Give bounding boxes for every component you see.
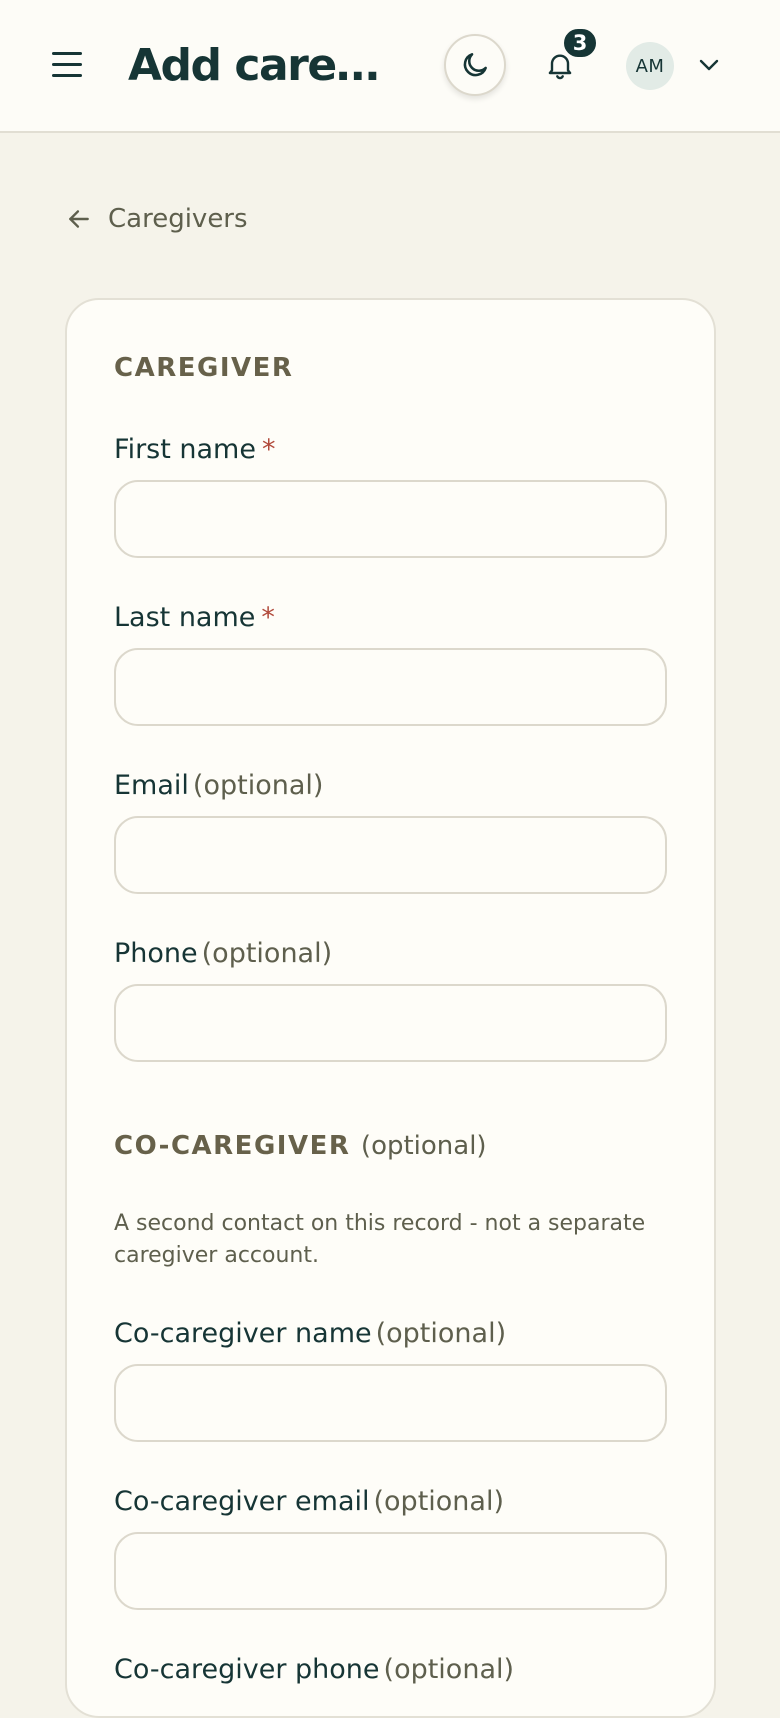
first-name-field[interactable] bbox=[114, 480, 667, 558]
menu-icon[interactable] bbox=[48, 48, 88, 84]
co-caregiver-email-field[interactable] bbox=[114, 1532, 667, 1610]
account-menu-toggle[interactable] bbox=[696, 54, 722, 76]
caregiver-section-title: CAREGIVER bbox=[114, 353, 294, 383]
chevron-down-icon bbox=[699, 59, 719, 71]
co-caregiver-section-title: CO-CAREGIVER (optional) bbox=[114, 1131, 487, 1161]
back-link-label: Caregivers bbox=[108, 204, 248, 234]
top-app-bar: Add caregi... 3 AM bbox=[0, 0, 780, 133]
phone-label: Phone (optional) bbox=[114, 938, 333, 969]
email-field[interactable] bbox=[114, 816, 667, 894]
required-mark: * bbox=[261, 434, 276, 465]
co-caregiver-email-label: Co-caregiver email (optional) bbox=[114, 1486, 504, 1517]
last-name-label: Last name * bbox=[114, 602, 275, 633]
theme-toggle-button[interactable] bbox=[444, 34, 506, 96]
back-to-caregivers-link[interactable]: Caregivers bbox=[66, 200, 248, 238]
co-caregiver-help-text: A second contact on this record - not a … bbox=[114, 1211, 646, 1268]
email-label: Email (optional) bbox=[114, 770, 324, 801]
notification-count-badge: 3 bbox=[562, 27, 598, 59]
last-name-field[interactable] bbox=[114, 648, 667, 726]
user-avatar[interactable]: AM bbox=[626, 42, 674, 90]
arrow-left-icon bbox=[69, 210, 89, 228]
moon-icon bbox=[463, 53, 487, 77]
co-caregiver-name-field[interactable] bbox=[114, 1364, 667, 1442]
phone-field[interactable] bbox=[114, 984, 667, 1062]
first-name-label: First name * bbox=[114, 434, 276, 465]
page-title: Add caregi... bbox=[128, 40, 403, 91]
required-mark: * bbox=[261, 602, 275, 633]
co-caregiver-phone-label: Co-caregiver phone (optional) bbox=[114, 1654, 515, 1685]
co-caregiver-name-label: Co-caregiver name (optional) bbox=[114, 1318, 507, 1349]
